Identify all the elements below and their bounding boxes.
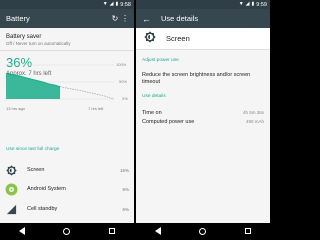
- wifi-icon: ▼: [238, 1, 244, 7]
- status-time: 9:58: [120, 1, 131, 8]
- row-value: 490 mAh: [245, 119, 264, 124]
- use-details-screen: ▼ ◢ ▮ 9:59 ← Use details Screen Adjust p…: [136, 0, 270, 239]
- signal-icon: ◢: [245, 1, 250, 7]
- battery-projection-line: [59, 86, 115, 100]
- battery-saver-subtitle: Off / Never turn on automatically: [6, 41, 71, 46]
- status-bar: ▼ ◢ ▮ 9:59: [136, 0, 270, 9]
- reduce-brightness-item[interactable]: Reduce the screen brightness and/or scre…: [142, 72, 264, 86]
- nav-bar: [136, 223, 270, 239]
- battery-history-area: [6, 73, 60, 99]
- y-tick-label: 50%: [119, 79, 128, 84]
- adjust-power-header: Adjust power use: [142, 58, 179, 63]
- row-label: Computed power use: [142, 119, 195, 125]
- back-arrow-icon[interactable]: ←: [142, 14, 151, 24]
- brightness-icon: [144, 30, 156, 48]
- battery-icon: ▮: [251, 1, 255, 7]
- back-nav-icon[interactable]: [155, 227, 162, 235]
- usage-header: Use since last full charge: [6, 147, 60, 152]
- time-on-row: Time on 4h 5m 36s: [142, 110, 264, 116]
- battery-icon: ▮: [115, 1, 119, 7]
- recents-nav-icon[interactable]: [244, 228, 251, 234]
- battery-history-chart[interactable]: 100% 50% 0% 13 hrs ago 7 hrs left: [6, 59, 130, 113]
- overflow-menu-icon[interactable]: ⋮: [120, 14, 130, 23]
- usage-label: Android System: [27, 186, 66, 192]
- y-tick-label: 0%: [122, 96, 128, 101]
- usage-label: Screen: [27, 167, 45, 173]
- battery-chart-svg: [6, 64, 115, 100]
- android-system-icon: [5, 183, 18, 196]
- usage-value: 6%: [122, 206, 129, 212]
- y-tick-label: 100%: [116, 62, 127, 67]
- cell-signal-icon: [5, 203, 18, 216]
- battery-screen: ▼ ◢ ▮ 9:58 Battery ↻ ⋮ Battery saver Off…: [0, 0, 134, 239]
- app-header: Screen: [136, 28, 270, 50]
- use-details-content: Screen Adjust power use Reduce the scree…: [136, 28, 270, 223]
- usage-item-cell-standby[interactable]: Cell standby 6%: [0, 199, 134, 219]
- x-label-start: 13 hrs ago: [6, 106, 25, 111]
- battery-saver-title: Battery saver: [6, 34, 42, 40]
- x-label-end: 7 hrs left: [88, 106, 104, 111]
- usage-value: 16%: [119, 167, 129, 173]
- page-title: Battery: [6, 14, 30, 23]
- power-use-row: Computed power use 490 mAh: [142, 119, 264, 125]
- brightness-icon: [5, 164, 18, 177]
- home-nav-icon[interactable]: [199, 227, 207, 235]
- app-bar: ← Use details: [136, 9, 270, 28]
- app-name: Screen: [166, 34, 190, 43]
- row-label: Time on: [142, 110, 162, 116]
- row-value: 4h 5m 36s: [242, 110, 264, 115]
- page-title: Use details: [161, 14, 199, 23]
- home-nav-icon[interactable]: [63, 227, 71, 235]
- signal-icon: ◢: [109, 1, 114, 7]
- usage-label: Cell standby: [27, 206, 58, 212]
- use-details-header: Use details: [142, 94, 166, 99]
- wifi-icon: ▼: [102, 1, 108, 7]
- app-bar: Battery ↻ ⋮: [0, 9, 134, 28]
- usage-item-screen[interactable]: Screen 16%: [0, 160, 134, 180]
- status-time: 9:59: [256, 1, 267, 8]
- back-nav-icon[interactable]: [19, 227, 26, 235]
- recents-nav-icon[interactable]: [108, 228, 115, 234]
- refresh-icon[interactable]: ↻: [110, 14, 120, 23]
- usage-value: 6%: [122, 186, 129, 192]
- usage-item-android-system[interactable]: Android System 6%: [0, 179, 134, 199]
- battery-saver-item[interactable]: Battery saver Off / Never turn on automa…: [0, 28, 134, 51]
- nav-bar: [0, 223, 134, 239]
- status-bar: ▼ ◢ ▮ 9:58: [0, 0, 134, 9]
